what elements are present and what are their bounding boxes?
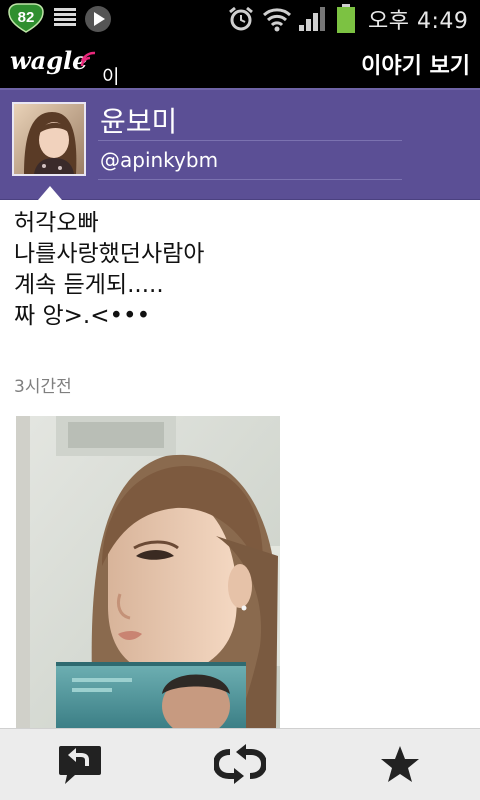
list-icon: [54, 8, 76, 26]
alarm-icon: [229, 6, 253, 31]
badge-count: 82: [18, 9, 35, 26]
app-header: wagle 이야기 이야기 보기: [0, 36, 480, 142]
divider: [98, 179, 402, 180]
post-photo[interactable]: [16, 416, 280, 728]
battery-icon: [337, 4, 355, 33]
post-line: 나를사랑했던사람아: [14, 241, 205, 267]
star-icon: [381, 746, 419, 782]
play-icon: [85, 6, 111, 32]
retweet-icon: [214, 744, 266, 784]
speech-pointer: [38, 186, 62, 200]
photo-image: [16, 416, 280, 728]
post-line: 계속 듣게되.....: [14, 272, 164, 298]
post-line: 허각오빠: [14, 210, 99, 236]
reply-button[interactable]: [52, 739, 108, 789]
signal-waves-icon: [80, 51, 96, 67]
post-text: 허각오빠 나를사랑했던사람아 계속 듣게되..... 짜 앙>.<•••: [14, 208, 204, 332]
avatar-photo: [14, 104, 84, 174]
wagle-logo: wagle 이야기: [10, 46, 119, 142]
clock: 오후 4:49: [368, 9, 469, 34]
reply-icon: [59, 746, 101, 784]
post-timestamp: 3시간전: [14, 377, 72, 397]
page-title: 이야기 보기: [361, 54, 470, 79]
post-line: 짜 앙>.<•••: [14, 303, 151, 329]
profile-name[interactable]: 윤보미: [100, 100, 177, 140]
retweet-button[interactable]: [212, 739, 268, 789]
favorite-button[interactable]: [372, 739, 428, 789]
profile-header: 윤보미 @apinkybm: [0, 88, 480, 200]
logo-text: wagle: [10, 46, 88, 75]
avatar[interactable]: [12, 102, 86, 176]
bottom-toolbar: [0, 728, 480, 800]
notification-badge-icon: 82: [8, 3, 44, 33]
divider: [98, 140, 402, 141]
profile-handle[interactable]: @apinkybm: [100, 148, 218, 172]
wifi-icon: [262, 8, 292, 32]
signal-icon: [299, 7, 325, 31]
status-bar: 82 오후 4:49: [0, 0, 480, 36]
